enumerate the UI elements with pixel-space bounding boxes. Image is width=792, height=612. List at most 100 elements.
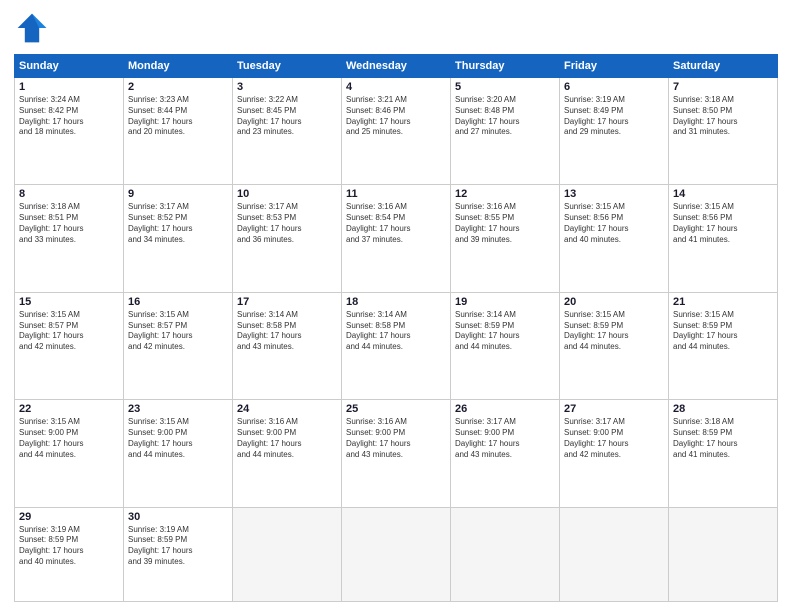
calendar-cell xyxy=(342,507,451,601)
calendar-week-4: 22 Sunrise: 3:15 AM Sunset: 9:00 PM Dayli… xyxy=(15,400,778,507)
cell-info: Sunrise: 3:17 AM Sunset: 9:00 PM Dayligh… xyxy=(564,417,664,460)
calendar-cell: 21Sunrise: 3:15 AM Sunset: 8:59 PM Dayli… xyxy=(669,292,778,399)
cell-info: Sunrise: 3:20 AM Sunset: 8:48 PM Dayligh… xyxy=(455,95,555,138)
page: SundayMondayTuesdayWednesdayThursdayFrid… xyxy=(0,0,792,612)
calendar-cell: 13Sunrise: 3:15 AM Sunset: 8:56 PM Dayli… xyxy=(560,185,669,292)
calendar-cell: 3Sunrise: 3:22 AM Sunset: 8:45 PM Daylig… xyxy=(233,78,342,185)
cell-info: Sunrise: 3:18 AM Sunset: 8:59 PM Dayligh… xyxy=(673,417,773,460)
cell-info: Sunrise: 3:18 AM Sunset: 8:50 PM Dayligh… xyxy=(673,95,773,138)
cell-info: Sunrise: 3:15 AM Sunset: 8:57 PM Dayligh… xyxy=(128,310,228,353)
calendar-cell: 25 Sunrise: 3:16 AM Sunset: 9:00 PM Dayli… xyxy=(342,400,451,507)
weekday-header-wednesday: Wednesday xyxy=(342,55,451,78)
cell-info: Sunrise: 3:16 AM Sunset: 8:55 PM Dayligh… xyxy=(455,202,555,245)
calendar-cell: 11 Sunrise: 3:16 AM Sunset: 8:54 PM Dayli… xyxy=(342,185,451,292)
day-number: 27 xyxy=(564,403,664,415)
weekday-header-monday: Monday xyxy=(124,55,233,78)
day-number: 18 xyxy=(346,296,446,308)
cell-info: Sunrise: 3:15 AM Sunset: 8:57 PM Dayligh… xyxy=(19,310,119,353)
day-number: 15 xyxy=(19,296,119,308)
logo-icon xyxy=(14,10,50,46)
cell-info: Sunrise: 3:22 AM Sunset: 8:45 PM Dayligh… xyxy=(237,95,337,138)
cell-info: Sunrise: 3:23 AM Sunset: 8:44 PM Dayligh… xyxy=(128,95,228,138)
calendar-cell: 10 Sunrise: 3:17 AM Sunset: 8:53 PM Dayli… xyxy=(233,185,342,292)
calendar-week-1: 1 Sunrise: 3:24 AM Sunset: 8:42 PM Daylig… xyxy=(15,78,778,185)
day-number: 23 xyxy=(128,403,228,415)
day-number: 17 xyxy=(237,296,337,308)
cell-info: Sunrise: 3:15 AM Sunset: 8:59 PM Dayligh… xyxy=(564,310,664,353)
cell-info: Sunrise: 3:21 AM Sunset: 8:46 PM Dayligh… xyxy=(346,95,446,138)
cell-info: Sunrise: 3:17 AM Sunset: 9:00 PM Dayligh… xyxy=(455,417,555,460)
calendar-cell: 15 Sunrise: 3:15 AM Sunset: 8:57 PM Dayli… xyxy=(15,292,124,399)
calendar-cell xyxy=(233,507,342,601)
calendar-cell: 18 Sunrise: 3:14 AM Sunset: 8:58 PM Dayli… xyxy=(342,292,451,399)
weekday-header-row: SundayMondayTuesdayWednesdayThursdayFrid… xyxy=(15,55,778,78)
day-number: 10 xyxy=(237,188,337,200)
day-number: 12 xyxy=(455,188,555,200)
calendar-cell xyxy=(451,507,560,601)
cell-info: Sunrise: 3:16 AM Sunset: 9:00 PM Dayligh… xyxy=(346,417,446,460)
day-number: 1 xyxy=(19,81,119,93)
calendar-cell: 9 Sunrise: 3:17 AM Sunset: 8:52 PM Daylig… xyxy=(124,185,233,292)
calendar-cell: 28 Sunrise: 3:18 AM Sunset: 8:59 PM Dayli… xyxy=(669,400,778,507)
calendar-cell xyxy=(560,507,669,601)
day-number: 4 xyxy=(346,81,446,93)
calendar-week-3: 15 Sunrise: 3:15 AM Sunset: 8:57 PM Dayli… xyxy=(15,292,778,399)
day-number: 26 xyxy=(455,403,555,415)
calendar-cell: 5 Sunrise: 3:20 AM Sunset: 8:48 PM Daylig… xyxy=(451,78,560,185)
cell-info: Sunrise: 3:14 AM Sunset: 8:58 PM Dayligh… xyxy=(237,310,337,353)
day-number: 19 xyxy=(455,296,555,308)
calendar-cell: 16Sunrise: 3:15 AM Sunset: 8:57 PM Dayli… xyxy=(124,292,233,399)
calendar-cell: 27 Sunrise: 3:17 AM Sunset: 9:00 PM Dayli… xyxy=(560,400,669,507)
day-number: 22 xyxy=(19,403,119,415)
header xyxy=(14,10,778,46)
cell-info: Sunrise: 3:19 AM Sunset: 8:59 PM Dayligh… xyxy=(19,525,119,568)
calendar-cell: 8Sunrise: 3:18 AM Sunset: 8:51 PM Daylig… xyxy=(15,185,124,292)
cell-info: Sunrise: 3:14 AM Sunset: 8:59 PM Dayligh… xyxy=(455,310,555,353)
cell-info: Sunrise: 3:18 AM Sunset: 8:51 PM Dayligh… xyxy=(19,202,119,245)
calendar-cell: 23 Sunrise: 3:15 AM Sunset: 9:00 PM Dayli… xyxy=(124,400,233,507)
calendar-cell: 6Sunrise: 3:19 AM Sunset: 8:49 PM Daylig… xyxy=(560,78,669,185)
calendar-cell: 17 Sunrise: 3:14 AM Sunset: 8:58 PM Dayli… xyxy=(233,292,342,399)
cell-info: Sunrise: 3:19 AM Sunset: 8:59 PM Dayligh… xyxy=(128,525,228,568)
weekday-header-saturday: Saturday xyxy=(669,55,778,78)
calendar-cell: 14 Sunrise: 3:15 AM Sunset: 8:56 PM Dayli… xyxy=(669,185,778,292)
weekday-header-friday: Friday xyxy=(560,55,669,78)
day-number: 7 xyxy=(673,81,773,93)
cell-info: Sunrise: 3:15 AM Sunset: 8:56 PM Dayligh… xyxy=(673,202,773,245)
calendar-cell: 19 Sunrise: 3:14 AM Sunset: 8:59 PM Dayli… xyxy=(451,292,560,399)
calendar-cell xyxy=(669,507,778,601)
cell-info: Sunrise: 3:15 AM Sunset: 8:56 PM Dayligh… xyxy=(564,202,664,245)
cell-info: Sunrise: 3:24 AM Sunset: 8:42 PM Dayligh… xyxy=(19,95,119,138)
cell-info: Sunrise: 3:15 AM Sunset: 9:00 PM Dayligh… xyxy=(128,417,228,460)
day-number: 25 xyxy=(346,403,446,415)
cell-info: Sunrise: 3:16 AM Sunset: 8:54 PM Dayligh… xyxy=(346,202,446,245)
weekday-header-sunday: Sunday xyxy=(15,55,124,78)
calendar-cell: 30 Sunrise: 3:19 AM Sunset: 8:59 PM Dayli… xyxy=(124,507,233,601)
logo xyxy=(14,10,54,46)
calendar-cell: 20Sunrise: 3:15 AM Sunset: 8:59 PM Dayli… xyxy=(560,292,669,399)
calendar-cell: 22 Sunrise: 3:15 AM Sunset: 9:00 PM Dayli… xyxy=(15,400,124,507)
cell-info: Sunrise: 3:17 AM Sunset: 8:53 PM Dayligh… xyxy=(237,202,337,245)
weekday-header-thursday: Thursday xyxy=(451,55,560,78)
calendar-table: SundayMondayTuesdayWednesdayThursdayFrid… xyxy=(14,54,778,602)
calendar-cell: 26 Sunrise: 3:17 AM Sunset: 9:00 PM Dayli… xyxy=(451,400,560,507)
cell-info: Sunrise: 3:17 AM Sunset: 8:52 PM Dayligh… xyxy=(128,202,228,245)
day-number: 30 xyxy=(128,511,228,523)
calendar-cell: 4 Sunrise: 3:21 AM Sunset: 8:46 PM Daylig… xyxy=(342,78,451,185)
weekday-header-tuesday: Tuesday xyxy=(233,55,342,78)
day-number: 2 xyxy=(128,81,228,93)
cell-info: Sunrise: 3:15 AM Sunset: 8:59 PM Dayligh… xyxy=(673,310,773,353)
day-number: 24 xyxy=(237,403,337,415)
calendar-cell: 12 Sunrise: 3:16 AM Sunset: 8:55 PM Dayli… xyxy=(451,185,560,292)
day-number: 14 xyxy=(673,188,773,200)
calendar-cell: 24Sunrise: 3:16 AM Sunset: 9:00 PM Dayli… xyxy=(233,400,342,507)
calendar-cell: 1 Sunrise: 3:24 AM Sunset: 8:42 PM Daylig… xyxy=(15,78,124,185)
cell-info: Sunrise: 3:15 AM Sunset: 9:00 PM Dayligh… xyxy=(19,417,119,460)
day-number: 5 xyxy=(455,81,555,93)
calendar-cell: 2 Sunrise: 3:23 AM Sunset: 8:44 PM Daylig… xyxy=(124,78,233,185)
day-number: 11 xyxy=(346,188,446,200)
day-number: 28 xyxy=(673,403,773,415)
cell-info: Sunrise: 3:14 AM Sunset: 8:58 PM Dayligh… xyxy=(346,310,446,353)
calendar-week-5: 29Sunrise: 3:19 AM Sunset: 8:59 PM Dayli… xyxy=(15,507,778,601)
day-number: 9 xyxy=(128,188,228,200)
